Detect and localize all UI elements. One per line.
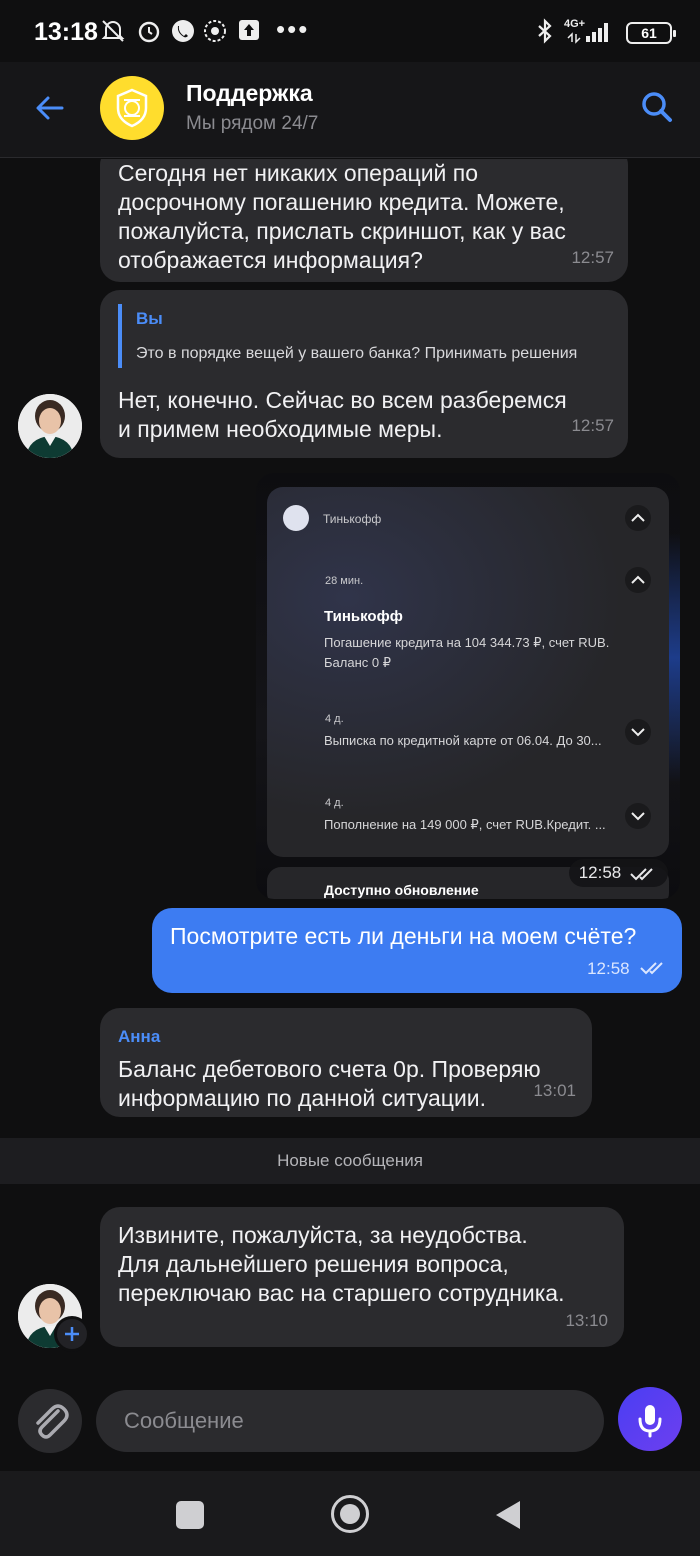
message-line: переключаю вас на старшего сотрудника. (118, 1280, 565, 1306)
message-text: Сегодня нет никаких операций по досрочно… (118, 159, 610, 275)
notif-age: 4 д. (325, 713, 344, 725)
plus-icon (65, 1327, 79, 1341)
message-incoming[interactable]: Извините, пожалуйста, за неудобства. Для… (100, 1207, 624, 1347)
phone-icon (170, 18, 196, 44)
reply-text: Это в порядке вещей у вашего банка? Прин… (136, 345, 578, 362)
new-messages-divider: Новые сообщения (0, 1138, 700, 1184)
home-dot (340, 1504, 360, 1524)
search-icon (642, 92, 672, 122)
status-bar: 13:18 ••• 4G+ 61 (0, 0, 700, 62)
message-line: Для дальнейшего решения вопроса, (118, 1251, 509, 1277)
notification-panel: Тинькофф 28 мин. Тинькофф Погашение кред… (267, 487, 669, 857)
alarm-icon (136, 18, 162, 44)
message-time: 13:01 (533, 1081, 576, 1100)
message-text: Нет, конечно. Сейчас во всем разберемся … (118, 386, 610, 444)
message-input[interactable]: Сообщение (96, 1390, 604, 1452)
battery-indicator: 61 (626, 22, 676, 44)
notif-age: 4 д. (325, 797, 344, 809)
message-line: Извините, пожалуйста, за неудобства. (118, 1222, 528, 1248)
chevron-down-icon (625, 803, 651, 829)
message-line: Сегодня нет никаких операций по (118, 160, 479, 186)
add-participant-button[interactable] (54, 1316, 90, 1352)
notif-text: Выписка по кредитной карте от 06.04. До … (324, 733, 602, 748)
reply-author: Вы (136, 309, 163, 328)
message-sender[interactable]: Анна (118, 1022, 574, 1051)
message-line: Нет, конечно. Сейчас во всем разберемся (118, 387, 567, 413)
chevron-up-icon (625, 505, 651, 531)
bank-emblem-icon (202, 18, 228, 44)
screenshot-image-message[interactable]: Тинькофф 28 мин. Тинькофф Погашение кред… (256, 473, 680, 899)
voice-record-button[interactable] (618, 1387, 682, 1451)
signal-icon: 4G+ (564, 18, 612, 46)
more-notifications-dots: ••• (276, 14, 310, 44)
reply-quote[interactable]: Вы Это в порядке вещей у вашего банка? П… (118, 304, 610, 368)
message-time: 12:58 (578, 863, 622, 882)
back-button[interactable] (34, 92, 66, 124)
chat-header: Поддержка Мы рядом 24/7 (0, 62, 700, 158)
message-text: Извините, пожалуйста, за неудобства. Для… (118, 1221, 606, 1308)
chat-subtitle: Мы рядом 24/7 (186, 113, 319, 134)
chevron-up-icon (625, 567, 651, 593)
update-text: Доступно обновление (324, 882, 479, 898)
back-triangle-icon (496, 1501, 520, 1529)
message-time: 12:58 (587, 959, 630, 978)
app-icon (283, 505, 309, 531)
message-incoming[interactable]: Вы Это в порядке вещей у вашего банка? П… (100, 290, 628, 458)
message-time: 12:57 (571, 416, 614, 435)
message-line: отображается информация? (118, 247, 423, 273)
upload-icon (236, 18, 262, 44)
bluetooth-icon (532, 18, 558, 44)
message-time-badge: 12:58 (568, 859, 668, 887)
mic-icon (638, 1405, 662, 1438)
bank-logo-avatar[interactable] (100, 76, 164, 140)
message-text: Баланс дебетового счета 0р. Проверяю инф… (118, 1055, 574, 1113)
composer: Сообщение (0, 1375, 700, 1471)
message-outgoing[interactable]: Посмотрите есть ли деньги на моем счёте?… (152, 908, 682, 993)
chat-title[interactable]: Поддержка (186, 80, 313, 107)
message-line: досрочному погашению кредита. Можете, (118, 189, 565, 215)
message-time: 13:10 (565, 1311, 608, 1330)
status-time: 13:18 (34, 18, 98, 46)
attach-button[interactable] (18, 1389, 82, 1453)
notif-text: Баланс 0 ₽ (324, 655, 391, 670)
double-check-icon (630, 867, 653, 880)
recent-apps-button[interactable] (176, 1501, 204, 1529)
notif-title: Тинькофф (324, 608, 403, 625)
message-meta: 12:58 (587, 952, 668, 983)
message-incoming[interactable]: Анна Баланс дебетового счета 0р. Проверя… (100, 1008, 592, 1117)
notif-app-name: Тинькофф (323, 512, 382, 526)
back-arrow-icon (36, 96, 64, 120)
message-line: Баланс дебетового счета 0р. Проверяю (118, 1056, 541, 1082)
notif-text: Пополнение на 149 000 ₽, счет RUB.Кредит… (324, 817, 606, 832)
system-nav-bar (0, 1471, 700, 1556)
attach-icon (36, 1404, 69, 1439)
message-time: 12:57 (571, 248, 614, 267)
message-line: и примем необходимые меры. (118, 416, 443, 442)
back-nav-button[interactable] (494, 1499, 522, 1536)
message-incoming[interactable]: Сегодня нет никаких операций по досрочно… (100, 159, 628, 282)
message-line: информацию по данной ситуации. (118, 1085, 487, 1111)
message-text: Посмотрите есть ли деньги на моем счёте? (170, 923, 637, 949)
chevron-down-icon (625, 719, 651, 745)
agent-avatar[interactable] (18, 394, 82, 458)
home-button[interactable] (331, 1495, 369, 1533)
message-input-placeholder: Сообщение (124, 1408, 244, 1433)
mute-icon (100, 18, 126, 44)
double-check-icon (640, 962, 663, 975)
notif-text: Погашение кредита на 104 344.73 ₽, счет … (324, 635, 610, 650)
message-line: пожалуйста, прислать скриншот, как у вас (118, 218, 566, 244)
notif-time: 28 мин. (325, 575, 364, 587)
search-button[interactable] (640, 90, 674, 124)
chat-history[interactable]: Сегодня нет никаких операций по досрочно… (0, 159, 700, 1375)
